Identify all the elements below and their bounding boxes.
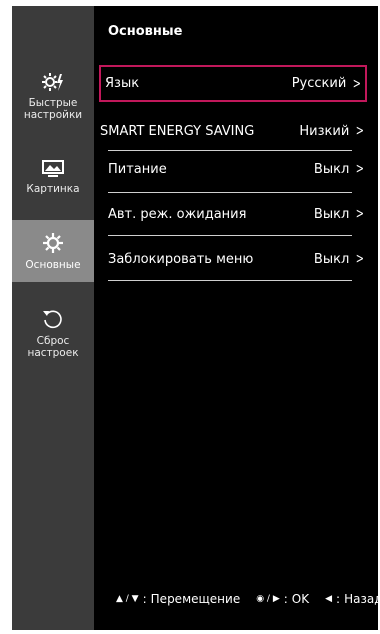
sidebar-item-picture[interactable]: Картинка [12,160,94,206]
row-label: Заблокировать меню [108,251,254,267]
row-value-text: Низкий [299,123,350,139]
row-value-text: Выкл [313,161,350,177]
row-label: Авт. реж. ожидания [108,206,247,222]
sidebar-item-general[interactable]: Основные [12,220,94,282]
picture-icon [42,160,64,177]
chevron-right-icon: > [356,251,365,267]
menu-row-language[interactable]: Язык Русский > [99,65,367,102]
hint-colon: : [336,592,341,606]
ok-right-icon: ◉ / ▶ [256,594,280,604]
divider [108,235,352,236]
row-value: Низкий > [299,124,366,139]
hint-colon: : [283,592,288,606]
sidebar-item-quick-settings[interactable]: Быстрые настройки [12,72,94,134]
menu-row-auto-standby[interactable]: Авт. реж. ожидания Выкл > [100,197,366,231]
row-label: Язык [105,76,140,91]
sidebar: Быстрые настройки Картинка Основные Сбро… [12,6,94,630]
hint-move-label: Перемещение [150,592,241,606]
back-arrow-icon: ◀ [325,594,333,604]
sidebar-item-label: Основные [25,258,81,271]
gear-icon [43,232,63,253]
chevron-right-icon: > [356,206,365,222]
page-title: Основные [108,24,183,39]
sidebar-item-label: Сброс [36,335,70,347]
sidebar-item-label: Быстрые [28,97,78,109]
sidebar-item-label: Картинка [26,183,80,195]
sidebar-item-reset[interactable]: Сброс настроек [12,308,94,370]
row-value: Выкл > [314,252,366,267]
menu-row-power[interactable]: Питание Выкл > [100,152,366,186]
row-value: Выкл > [314,207,366,222]
hint-ok-label: OK [291,592,310,606]
sidebar-item-label: настроек [27,347,79,359]
main-panel: Основные Язык Русский > SMART ENERGY SAV… [94,6,380,630]
row-value-text: Русский [291,76,347,91]
menu-row-smart-energy-saving[interactable]: SMART ENERGY SAVING Низкий > [100,114,366,148]
row-label: Питание [108,161,167,177]
menu-row-menu-lock[interactable]: Заблокировать меню Выкл > [100,242,366,276]
chevron-right-icon: > [356,123,365,139]
up-down-arrows-icon: ▲ / ▼ [116,594,139,604]
osd-menu: Быстрые настройки Картинка Основные Сбро… [12,6,380,630]
row-value-text: Выкл [313,251,350,267]
hint-back-label: Назад [344,592,380,606]
row-label: SMART ENERGY SAVING [100,123,255,139]
divider [108,192,352,193]
divider [108,280,352,281]
row-value: Выкл > [314,162,366,177]
chevron-right-icon: > [356,161,365,177]
hint-colon: : [142,592,147,606]
row-value: Русский > [292,76,363,91]
row-value-text: Выкл [313,206,350,222]
divider [108,150,352,151]
quick-settings-icon [42,73,63,91]
chevron-right-icon: > [353,75,362,92]
reset-icon [43,310,62,329]
footer-hints: ▲ / ▼ : Перемещение ◉ / ▶ : OK ◀ : Назад [116,592,380,606]
sidebar-item-label: настройки [23,109,83,121]
